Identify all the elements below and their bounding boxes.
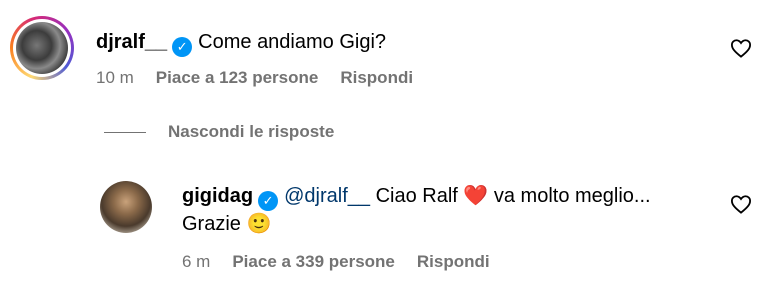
reply-time: 6 m xyxy=(182,252,211,271)
heart-outline-icon[interactable] xyxy=(730,194,752,214)
verified-badge-icon: ✓ xyxy=(258,191,279,211)
hide-replies-label: Nascondi le risposte xyxy=(168,122,335,141)
reply-text-part1: Ciao Ralf xyxy=(375,185,458,207)
avatar-djralf[interactable] xyxy=(10,16,74,80)
reply-meta: 6 m Piace a 339 persone Rispondi xyxy=(182,252,512,272)
avatar-photo xyxy=(16,22,68,74)
reply-text-part2: va molto meglio... xyxy=(493,185,651,207)
reply-line-2: Grazie 🙂 xyxy=(182,212,271,236)
reply-likes[interactable]: Piace a 339 persone xyxy=(232,252,395,271)
verified-badge-icon: ✓ xyxy=(172,37,193,57)
comment-meta: 10 m Piace a 123 persone Rispondi xyxy=(96,68,435,88)
reply-mention-link[interactable]: @djralf__ xyxy=(284,185,370,207)
reply-line-1: gigidag ✓ @djralf__ Ciao Ralf ❤️ va molto … xyxy=(182,184,651,211)
hide-replies-toggle[interactable]: Nascondi le risposte xyxy=(104,122,334,142)
comment-username[interactable]: djralf__ xyxy=(96,31,167,53)
comment-time: 10 m xyxy=(96,68,134,87)
avatar-gigidag[interactable] xyxy=(100,181,152,233)
smile-emoji-icon: 🙂 xyxy=(246,213,272,235)
heart-outline-icon[interactable] xyxy=(730,38,752,58)
comment-likes[interactable]: Piace a 123 persone xyxy=(156,68,319,87)
toggle-divider xyxy=(104,132,146,134)
comment-reply-button[interactable]: Rispondi xyxy=(340,68,413,87)
reply-username[interactable]: gigidag xyxy=(182,185,253,207)
reply-reply-button[interactable]: Rispondi xyxy=(417,252,490,271)
comment-text: Come andiamo Gigi? xyxy=(198,31,387,53)
comment-line: djralf__ ✓ Come andiamo Gigi? xyxy=(96,30,386,57)
red-heart-emoji-icon: ❤️ xyxy=(463,185,489,207)
avatar-ring-inner xyxy=(13,19,71,77)
reply-text-line2: Grazie xyxy=(182,213,241,235)
